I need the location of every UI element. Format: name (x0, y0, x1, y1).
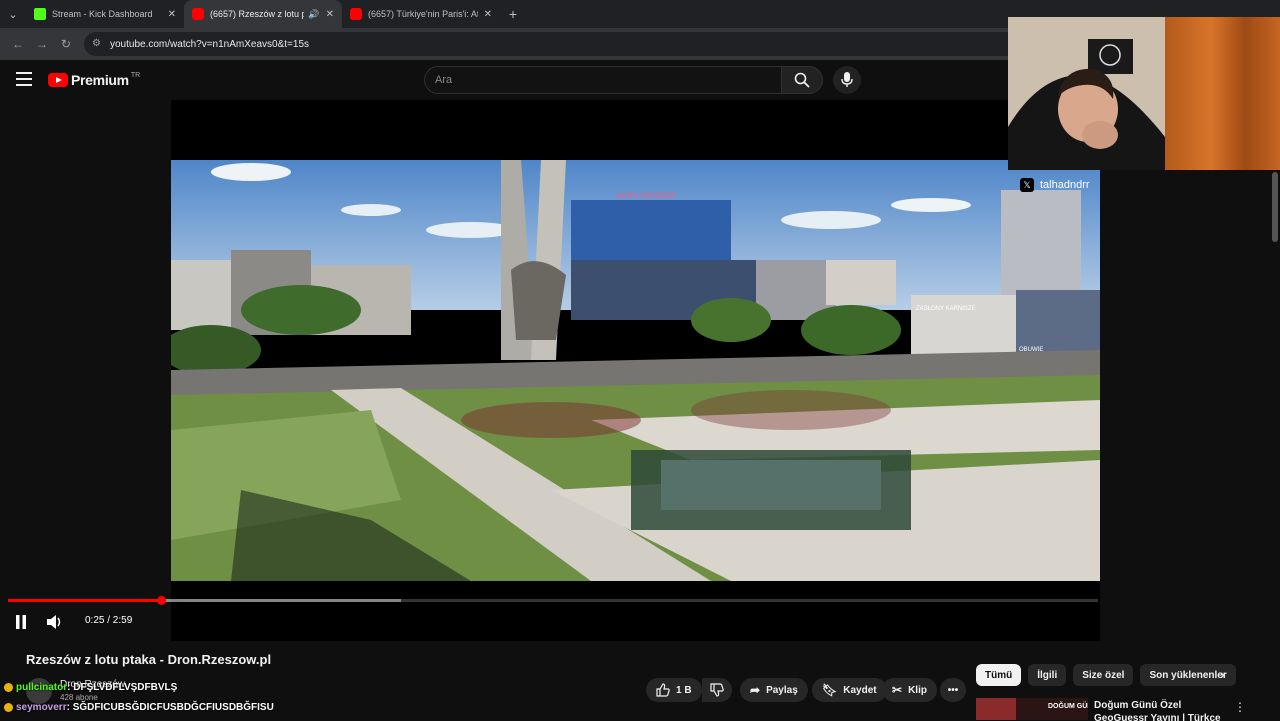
share-button[interactable]: ➦ Paylaş (740, 678, 808, 702)
youtube-logo[interactable]: Premium TR (48, 72, 140, 88)
chevron-right-icon[interactable]: › (1220, 666, 1225, 682)
close-icon[interactable]: ✕ (168, 9, 176, 20)
youtube-icon (192, 8, 204, 20)
chat-text: : DFŞLVDFLVŞDFBVLŞ (67, 682, 178, 693)
save-label: Kaydet (843, 684, 877, 696)
share-icon: ➦ (750, 683, 761, 697)
streamer-webcam (1008, 17, 1165, 170)
dislike-button[interactable] (702, 678, 732, 702)
more-vertical-icon[interactable]: ⋮ (1234, 700, 1246, 714)
chip-for-you[interactable]: Size özel (1073, 664, 1134, 686)
like-count: 1 B (676, 684, 692, 696)
reload-button[interactable]: ↻ (54, 32, 78, 56)
search-button[interactable] (781, 66, 823, 94)
close-icon[interactable]: ✕ (484, 9, 492, 20)
handle-text: talhadndrr (1040, 179, 1090, 191)
search-box (424, 66, 782, 94)
thumbs-up-icon (656, 683, 670, 697)
pause-icon (16, 615, 26, 629)
site-info-icon[interactable]: ⚙ (92, 38, 104, 50)
video-title: Rzeszów z lotu ptaka - Dron.Rzeszow.pl (26, 652, 272, 667)
thumbs-down-icon (710, 683, 724, 697)
streamer-handle: 𝕏 talhadndrr (1020, 178, 1090, 192)
aerial-city-scene: HOTEL RZESZÓW ZASŁONY KARNISZE OBUWIE (171, 160, 1100, 581)
tab-label: (6657) Türkiye'nin Paris'i: Atça'ya (368, 9, 478, 19)
chat-message: pullcinator : DFŞLVDFLVŞDFBVLŞ (4, 682, 177, 693)
chip-all[interactable]: Tümü (976, 664, 1022, 686)
search-input[interactable] (435, 74, 781, 86)
chat-username: seymoverr (16, 702, 67, 713)
tab-rzeszow-video[interactable]: (6657) Rzeszów z lotu ptaka - Dron.Rzesz… (184, 0, 342, 28)
hotel-sign: HOTEL RZESZÓW (616, 191, 676, 200)
forward-button[interactable]: → (30, 32, 54, 56)
bookmark-icon: 🔖︎ (822, 683, 838, 697)
kick-icon (34, 8, 46, 20)
chat-text: : SĞDFICUBSĞDICFUSBDĞCFIUSDBĞFISU (66, 702, 274, 713)
tab-label: Stream - Kick Dashboard (52, 9, 153, 19)
url-text: youtube.com/watch?v=n1nAmXeavs0&t=15s (110, 38, 310, 50)
webcam-curtain (1165, 17, 1280, 170)
volume-icon (47, 615, 61, 629)
chat-username: pullcinator (16, 682, 68, 693)
recommendation-title[interactable]: Doğum Günü Özel GeoGuessr Yayını | Türkç… (1094, 699, 1224, 721)
scrollbar[interactable] (1272, 172, 1278, 242)
tab-kick-dashboard[interactable]: Stream - Kick Dashboard ✕ (26, 0, 184, 28)
sidebar-background (1100, 172, 1280, 662)
subscriber-badge-icon (4, 703, 13, 712)
subscriber-badge-icon (4, 683, 13, 692)
like-button[interactable]: 1 B (646, 678, 702, 702)
back-button[interactable]: ← (6, 32, 30, 56)
page-background (0, 100, 171, 641)
new-tab-button[interactable]: + (500, 0, 526, 28)
video-frame[interactable]: HOTEL RZESZÓW ZASŁONY KARNISZE OBUWIE (171, 160, 1100, 581)
chat-message: seymoverr : SĞDFICUBSĞDICFUSBDĞCFIUSDBĞF… (4, 702, 274, 713)
time-display: 0:25 / 2:59 (85, 615, 133, 626)
subscriber-count: 428 abone (60, 693, 98, 702)
save-button[interactable]: 🔖︎ Kaydet (812, 678, 887, 702)
clip-label: Klip (908, 684, 927, 696)
scissors-icon: ✂ (892, 683, 903, 697)
recommendation-filter-chips: Tümü İlgili Size özel Son yüklenenler (976, 664, 1243, 686)
scrubber-handle[interactable] (157, 596, 166, 605)
store-sign: ZASŁONY KARNISZE (916, 306, 976, 312)
microphone-icon (841, 72, 853, 87)
thumbnail-text: DOĞUM GÜNÜMÜZ (1048, 701, 1088, 710)
youtube-icon (48, 73, 68, 87)
tab-turkiye-video[interactable]: (6657) Türkiye'nin Paris'i: Atça'ya ✕ (342, 0, 500, 28)
more-horizontal-icon: ••• (947, 684, 959, 696)
mute-button[interactable] (46, 613, 64, 631)
clip-button[interactable]: ✂ Klip (882, 678, 937, 702)
brand-label: Premium (71, 72, 129, 88)
youtube-header: Premium TR (0, 60, 1008, 100)
region-label: TR (130, 71, 141, 79)
tab-search-chevron-icon[interactable]: ⌄ (0, 0, 26, 28)
tab-label: (6657) Rzeszów z lotu ptaka - Dron.Rzesz… (210, 9, 305, 19)
recommendation-thumbnail[interactable]: DOĞUM GÜNÜMÜZ (976, 698, 1088, 720)
url-field[interactable]: ⚙ youtube.com/watch?v=n1nAmXeavs0&t=15s (84, 32, 1024, 56)
youtube-icon (350, 8, 362, 20)
speaker-icon[interactable]: 🔊 (308, 9, 319, 20)
menu-icon[interactable] (16, 72, 32, 86)
share-label: Paylaş (766, 684, 798, 696)
pause-button[interactable] (12, 613, 30, 631)
chip-related[interactable]: İlgili (1028, 664, 1067, 686)
x-logo-icon: 𝕏 (1020, 178, 1034, 192)
close-icon[interactable]: ✕ (326, 9, 334, 20)
progress-played (8, 599, 161, 602)
voice-search-button[interactable] (833, 66, 861, 94)
search-icon (794, 72, 810, 88)
more-actions-button[interactable]: ••• (940, 678, 966, 702)
